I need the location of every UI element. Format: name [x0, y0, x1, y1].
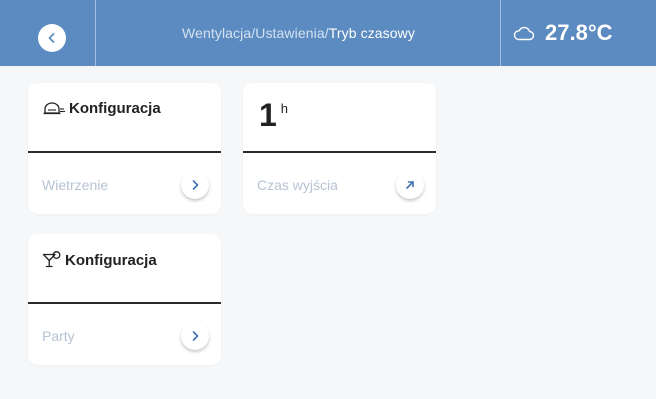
breadcrumb: Wentylacja / Ustawienia / Tryb czasowy	[96, 0, 501, 66]
exit-time-edit-button[interactable]	[396, 171, 424, 199]
exit-time-label: Czas wyjścia	[257, 177, 338, 193]
party-label: Party	[42, 328, 75, 344]
temperature-value: 27.8°C	[545, 20, 613, 45]
ventilation-open-button[interactable]	[181, 171, 209, 199]
party-open-button[interactable]	[181, 322, 209, 350]
breadcrumb-item-ustawienia[interactable]: Ustawienia	[255, 25, 324, 41]
chevron-right-icon	[189, 330, 201, 342]
cocktail-icon	[42, 251, 62, 269]
card-divider	[28, 151, 221, 153]
back-button[interactable]	[38, 24, 66, 52]
top-bar: Wentylacja / Ustawienia / Tryb czasowy 27.8°…	[0, 0, 656, 66]
cloud-icon	[513, 25, 535, 41]
card-footer: Czas wyjścia	[257, 169, 424, 201]
card-title: Konfiguracja	[42, 251, 157, 269]
card-divider	[28, 302, 221, 304]
card-title: Konfiguracja	[42, 100, 161, 117]
exit-time-card: 1h Czas wyjścia	[243, 83, 436, 214]
card-divider	[243, 151, 436, 153]
ventilation-icon	[42, 101, 66, 117]
card-footer: Party	[42, 320, 209, 352]
breadcrumb-item-wentylacja[interactable]: Wentylacja	[182, 25, 251, 41]
arrow-up-right-icon	[404, 179, 416, 191]
exit-time-value: 1h	[259, 97, 288, 134]
ventilation-config-card: Konfiguracja Wietrzenie	[28, 83, 221, 214]
exit-time-unit: h	[280, 101, 289, 116]
chevron-left-icon	[46, 32, 58, 44]
weather-widget: 27.8°C	[500, 0, 656, 66]
ventilation-label: Wietrzenie	[42, 177, 109, 193]
breadcrumb-item-current: Tryb czasowy	[328, 25, 415, 41]
card-title-label: Konfiguracja	[69, 100, 161, 117]
chevron-right-icon	[189, 179, 201, 191]
back-area	[0, 0, 96, 66]
exit-time-number: 1	[259, 97, 277, 133]
card-footer: Wietrzenie	[42, 169, 209, 201]
party-config-card: Konfiguracja Party	[28, 234, 221, 365]
card-title-label: Konfiguracja	[65, 251, 157, 269]
